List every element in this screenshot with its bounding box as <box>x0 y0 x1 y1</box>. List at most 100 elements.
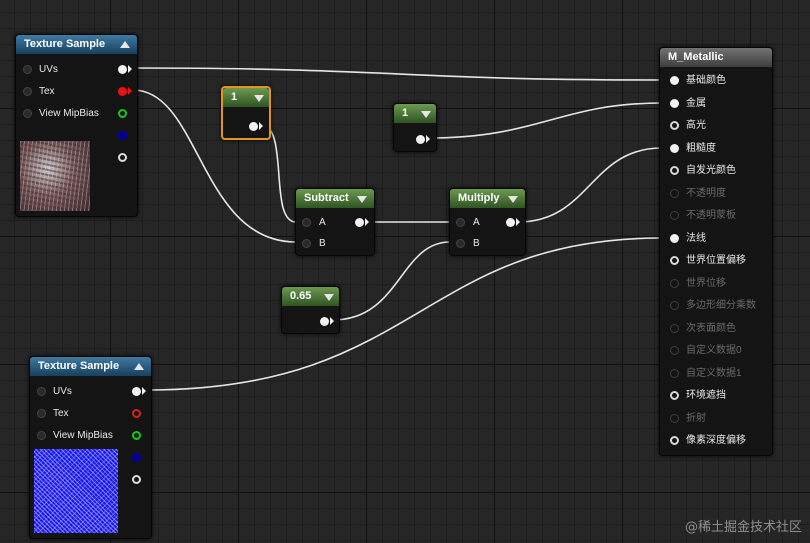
multiply-output-pin[interactable] <box>506 218 515 227</box>
collapse-arrow-icon[interactable] <box>421 111 431 118</box>
texture-sample-node-2[interactable]: Texture Sample UVs Tex View MipBias <box>29 356 152 539</box>
material-pin-label: 环境遮挡 <box>686 390 726 401</box>
red-output-pin[interactable] <box>132 409 141 418</box>
multiply-node[interactable]: Multiply A B <box>449 188 526 256</box>
material-input-pin[interactable] <box>670 98 679 108</box>
constant-value: 0.65 <box>290 290 312 302</box>
node-header[interactable]: 1 <box>394 104 436 123</box>
material-pin-label: 法线 <box>686 232 706 244</box>
mipbias-input-pin[interactable] <box>23 109 32 118</box>
collapse-arrow-icon[interactable] <box>134 363 144 370</box>
constant-node-065[interactable]: 0.65 <box>281 286 340 334</box>
subtract-output-pin[interactable] <box>355 218 364 227</box>
uvs-input-pin[interactable] <box>23 65 32 74</box>
b-input-pin[interactable] <box>456 239 465 248</box>
texture-preview-normal <box>34 449 118 533</box>
uvs-output-pin[interactable] <box>118 65 127 74</box>
material-input-pin[interactable] <box>670 233 679 243</box>
pin-label-uvs: UVs <box>53 386 72 397</box>
material-input-pin[interactable] <box>670 256 679 265</box>
node-header[interactable]: 0.65 <box>282 287 339 306</box>
collapse-arrow-icon[interactable] <box>324 294 334 301</box>
collapse-arrow-icon[interactable] <box>254 95 264 102</box>
pin-label-a: A <box>473 217 480 228</box>
pin-label-tex: Tex <box>39 86 55 97</box>
material-pin-label: 自定义数据0 <box>686 345 742 356</box>
output-arrow-icon <box>128 87 132 95</box>
material-input-pin[interactable] <box>670 436 679 445</box>
tex-input-pin[interactable] <box>37 409 46 418</box>
blue-output-pin[interactable] <box>118 131 127 140</box>
material-input-pin[interactable] <box>670 121 679 130</box>
material-input-pin <box>670 323 679 333</box>
node-title: Texture Sample <box>24 38 106 50</box>
material-pin-label: 自定义数据1 <box>686 367 742 379</box>
output-arrow-icon <box>259 122 263 130</box>
material-pin-label: 折射 <box>686 412 706 424</box>
material-input-pin[interactable] <box>670 391 679 400</box>
b-input-pin[interactable] <box>302 239 311 248</box>
material-result-node[interactable]: M_Metallic 基础颜色 金属 高光 粗糙度 自发光颜色 不透明度 不透明蒙板 法线 世界… <box>659 47 773 456</box>
node-header[interactable]: Texture Sample <box>16 35 137 54</box>
green-output-pin[interactable] <box>118 109 127 118</box>
blue-output-pin[interactable] <box>132 453 141 462</box>
node-header[interactable]: Multiply <box>450 189 525 208</box>
node-header[interactable]: Texture Sample <box>30 357 151 376</box>
constant-output-pin[interactable] <box>249 122 258 131</box>
material-input-pin[interactable] <box>670 143 679 153</box>
material-pin-label: 次表面颜色 <box>686 322 736 334</box>
collapse-arrow-icon[interactable] <box>120 41 130 48</box>
pin-label-b: B <box>319 238 326 249</box>
constant-value: 1 <box>402 107 409 119</box>
a-input-pin[interactable] <box>302 218 311 227</box>
material-input-pin <box>670 188 679 198</box>
material-pin-label: 高光 <box>686 120 706 131</box>
output-arrow-icon <box>516 218 520 226</box>
pin-label-view-mipbias: View MipBias <box>39 108 99 119</box>
output-arrow-icon <box>330 317 334 325</box>
alpha-output-pin[interactable] <box>118 153 127 162</box>
node-header[interactable]: M_Metallic <box>660 48 772 67</box>
constant-node-1-selected[interactable]: 1 <box>221 86 271 140</box>
node-header[interactable]: Subtract <box>296 189 374 208</box>
material-input-pin <box>670 413 679 423</box>
material-pin-label: 不透明度 <box>686 187 726 199</box>
subtract-node[interactable]: Subtract A B <box>295 188 375 256</box>
tex-input-pin[interactable] <box>23 87 32 96</box>
uvs-input-pin[interactable] <box>37 387 46 396</box>
material-input-pin[interactable] <box>670 166 679 175</box>
a-input-pin[interactable] <box>456 218 465 227</box>
constant-output-pin[interactable] <box>416 135 425 144</box>
constant-node-1b[interactable]: 1 <box>393 103 437 152</box>
collapse-arrow-icon[interactable] <box>508 196 518 203</box>
material-input-pin[interactable] <box>670 76 679 85</box>
node-title: Multiply <box>458 192 500 204</box>
node-title: Subtract <box>304 192 349 204</box>
material-input-pin <box>670 368 679 378</box>
wire-multiply-to-roughness <box>517 147 663 223</box>
mipbias-input-pin[interactable] <box>37 431 46 440</box>
wire-tex-to-subtract-b <box>132 89 297 243</box>
green-output-pin[interactable] <box>132 431 141 440</box>
wire-normal-to-normal <box>146 237 663 391</box>
wire-uvs-to-base-color <box>132 67 663 81</box>
texture-sample-node-1[interactable]: Texture Sample UVs Tex View MipBias <box>15 34 138 217</box>
uvs-output-pin[interactable] <box>132 387 141 396</box>
wire-const1b-to-metallic <box>427 102 663 139</box>
constant-value: 1 <box>231 91 238 103</box>
constant-output-pin[interactable] <box>320 317 329 326</box>
material-pin-label: 不透明蒙板 <box>686 210 736 221</box>
pin-label-tex: Tex <box>53 408 69 419</box>
material-pin-label: 自发光颜色 <box>686 165 736 176</box>
collapse-arrow-icon[interactable] <box>357 196 367 203</box>
node-title: M_Metallic <box>668 51 724 63</box>
material-pin-label: 像素深度偏移 <box>686 435 746 446</box>
material-pin-label: 世界位移 <box>686 277 726 289</box>
red-output-pin[interactable] <box>118 87 127 96</box>
material-input-pin <box>670 211 679 220</box>
watermark: @稀土掘金技术社区 <box>684 520 802 535</box>
material-pin-label: 基础颜色 <box>686 75 726 86</box>
node-header[interactable]: 1 <box>223 88 269 107</box>
material-pin-label: 金属 <box>686 97 706 109</box>
alpha-output-pin[interactable] <box>132 475 141 484</box>
